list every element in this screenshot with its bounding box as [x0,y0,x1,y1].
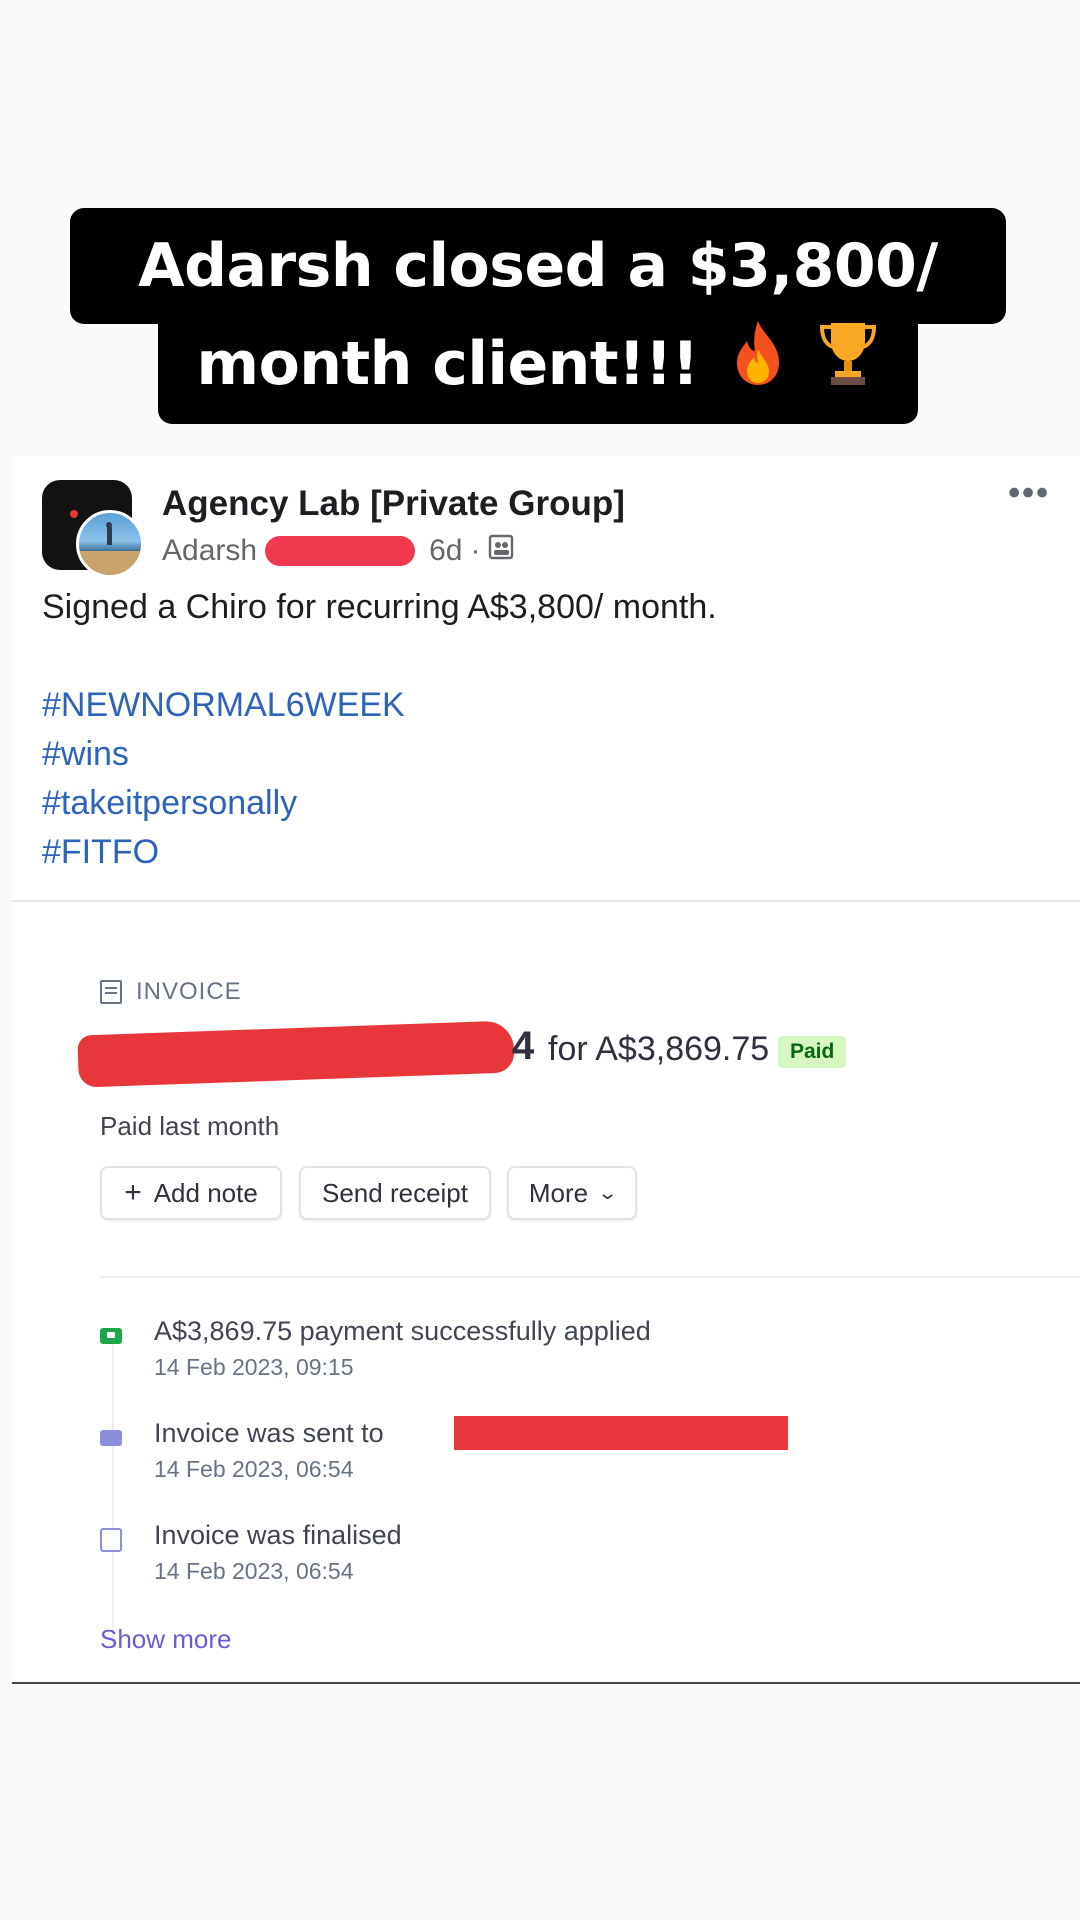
more-label: More [528,1177,589,1208]
redaction-mark [77,1020,515,1088]
headline-text-1: Adarsh closed a $3,800/ [138,231,938,301]
add-note-button[interactable]: + Add note [100,1166,282,1220]
document-icon [100,1528,122,1552]
event-title: Invoice was finalised [154,1520,402,1550]
redaction-mark [454,1416,788,1450]
post-time[interactable]: 6d [429,534,462,568]
author-name[interactable]: Adarsh [162,534,257,568]
invoice-divider [100,1276,1080,1278]
invoice-header: 4 for A$3,869.75 Paid [77,1016,978,1088]
post-meta: Adarsh 6d · [162,534,514,568]
headline-line-2: month client!!! [158,306,918,424]
mail-icon [100,1430,122,1446]
hashtag-link[interactable]: #FITFO [42,828,405,877]
invoice-number: 4 [512,1024,535,1068]
invoice-icon [100,980,122,1004]
add-note-label: Add note [153,1177,258,1208]
post-text: Signed a Chiro for recurring A$3,800/ mo… [42,588,717,626]
invoice-amount: for A$3,869.75 [548,1030,770,1068]
more-button[interactable]: More ⌄ [507,1166,637,1220]
hashtag-link[interactable]: #NEWNORMAL6WEEK [42,681,405,730]
event-time: 14 Feb 2023, 09:15 [154,1354,354,1380]
send-receipt-label: Send receipt [322,1177,468,1208]
hashtag-link[interactable]: #wins [42,730,405,779]
post-divider [12,900,1080,902]
event-title: Invoice was sent to [154,1416,788,1450]
meta-separator: · [470,534,481,567]
redaction-mark [265,536,416,566]
event-time: 14 Feb 2023, 06:54 [154,1456,354,1482]
timeline-line [112,1336,114,1646]
payment-icon [100,1328,122,1344]
plus-icon: + [124,1176,142,1209]
author-avatar[interactable] [76,510,144,578]
event-title-text: Invoice was sent to [154,1418,384,1448]
members-only-icon [488,534,514,568]
post-bottom-divider [12,1682,1080,1684]
paid-date: Paid last month [100,1111,280,1141]
fire-icon [727,309,789,425]
invoice-label: INVOICE [100,978,242,1006]
invoice-label-text: INVOICE [136,978,242,1005]
status-badge: Paid [778,1036,847,1068]
more-options-icon[interactable]: ••• [1008,474,1050,513]
hashtag-list: #NEWNORMAL6WEEK #wins #takeitpersonally … [42,681,405,877]
chevron-down-icon: ⌄ [597,1182,619,1203]
show-more-link[interactable]: Show more [100,1624,232,1655]
send-receipt-button[interactable]: Send receipt [299,1166,491,1220]
event-title: A$3,869.75 payment successfully applied [154,1316,651,1346]
group-name[interactable]: Agency Lab [Private Group] [162,484,625,524]
headline-text-2: month client!!! [196,329,700,399]
group-post: Agency Lab [Private Group] Adarsh 6d · •… [12,456,1080,1684]
hashtag-link[interactable]: #takeitpersonally [42,779,405,828]
trophy-icon [817,309,879,425]
event-time: 14 Feb 2023, 06:54 [154,1558,354,1584]
